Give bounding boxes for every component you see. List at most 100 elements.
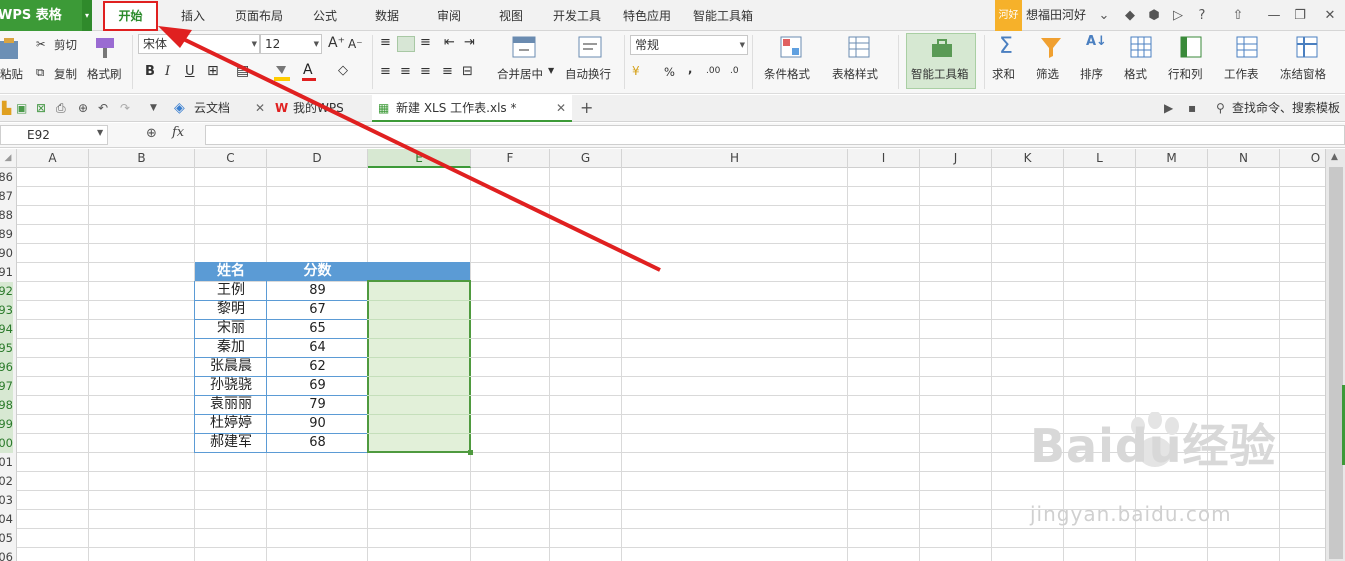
merge-center-icon[interactable]: [512, 36, 536, 60]
justify-icon[interactable]: ≡: [442, 64, 453, 79]
zoom-icon[interactable]: ⊕: [146, 126, 157, 141]
table-cell-name[interactable]: 郝建军: [195, 433, 267, 452]
vertical-scrollbar[interactable]: ▲: [1325, 149, 1345, 561]
clear-format-icon[interactable]: ◇: [338, 63, 348, 78]
tab-active-document[interactable]: ▦ 新建 XLS 工作表.xls * ✕: [372, 95, 572, 122]
format-painter-button[interactable]: 格式刷: [87, 66, 122, 82]
worksheet-icon[interactable]: [1236, 36, 1258, 60]
tab-special[interactable]: 特色应用: [616, 0, 678, 31]
conditional-format-button[interactable]: 条件格式: [764, 66, 810, 82]
sort-icon[interactable]: A↓: [1086, 34, 1107, 49]
distribute-icon[interactable]: ⊟: [462, 64, 473, 79]
new-tab-icon[interactable]: +: [580, 95, 593, 121]
row-header[interactable]: 106: [0, 548, 13, 561]
new-file-icon[interactable]: ▙: [2, 95, 11, 121]
table-cell-name[interactable]: 王例: [195, 281, 267, 300]
row-header[interactable]: 104: [0, 510, 13, 529]
folder-icon[interactable]: ▪: [1188, 95, 1196, 121]
selected-range[interactable]: [367, 280, 471, 453]
row-header-selected[interactable]: 96: [0, 358, 13, 377]
col-header-m[interactable]: M: [1136, 149, 1208, 168]
row-col-button[interactable]: 行和列: [1168, 66, 1203, 82]
close-tab-icon[interactable]: ✕: [556, 95, 566, 121]
col-header-e[interactable]: E: [368, 149, 471, 168]
table-cell-name[interactable]: 宋丽: [195, 319, 267, 338]
sum-icon[interactable]: Σ: [999, 34, 1013, 59]
number-format-select[interactable]: 常规 ▼: [630, 35, 748, 55]
restore-ribbon-icon[interactable]: ⇧: [1226, 0, 1250, 31]
cut-button[interactable]: 剪切: [54, 37, 77, 53]
skin-icon[interactable]: ◆: [1118, 0, 1142, 31]
tab-insert[interactable]: 插入: [172, 0, 214, 31]
paste-icon[interactable]: [0, 37, 22, 61]
row-header-selected[interactable]: 100: [0, 434, 13, 453]
merge-dropdown-icon[interactable]: ▼: [548, 66, 554, 75]
freeze-panes-button[interactable]: 冻结窗格: [1280, 66, 1326, 82]
col-header-a[interactable]: A: [17, 149, 89, 168]
user-dropdown-icon[interactable]: ⌄: [1092, 0, 1116, 31]
font-size-select[interactable]: 12 ▼: [260, 34, 322, 54]
table-header-name[interactable]: 姓名: [195, 262, 267, 281]
row-header-selected[interactable]: 92: [0, 282, 13, 301]
print-icon[interactable]: ⎙: [56, 95, 66, 121]
align-left-icon[interactable]: ≡: [380, 64, 391, 79]
tab-data[interactable]: 数据: [366, 0, 408, 31]
merge-border-icon[interactable]: ▤: [236, 63, 249, 79]
share-icon[interactable]: ▷: [1166, 0, 1190, 31]
row-header[interactable]: 86: [0, 168, 13, 187]
close-tab-cloud-icon[interactable]: ✕: [255, 95, 265, 121]
font-color-icon[interactable]: A: [303, 62, 313, 78]
currency-icon[interactable]: ¥: [632, 64, 640, 78]
redo-icon[interactable]: ↷: [120, 95, 130, 121]
tab-my-wps[interactable]: 我的WPS: [293, 95, 344, 121]
border-icon[interactable]: ⊞: [207, 63, 219, 79]
format-icon[interactable]: [1130, 36, 1152, 60]
row-header-selected[interactable]: 98: [0, 396, 13, 415]
row-header[interactable]: 102: [0, 472, 13, 491]
align-right-icon[interactable]: ≡: [420, 64, 431, 79]
col-header-n[interactable]: N: [1208, 149, 1280, 168]
paste-button[interactable]: 粘贴: [0, 66, 23, 82]
table-cell-score[interactable]: 68: [267, 433, 368, 452]
wrap-text-icon[interactable]: [578, 36, 602, 60]
col-header-h[interactable]: H: [622, 149, 848, 168]
open-file-icon[interactable]: ▣: [16, 95, 27, 121]
table-cell-score[interactable]: 65: [267, 319, 368, 338]
smart-toolbox-button[interactable]: 智能工具箱: [906, 33, 976, 89]
bold-button[interactable]: B: [145, 64, 155, 79]
col-header-k[interactable]: K: [992, 149, 1064, 168]
merge-center-button[interactable]: 合并居中: [497, 66, 543, 82]
tab-page-layout[interactable]: 页面布局: [228, 0, 290, 31]
quick-access-dropdown-icon[interactable]: ▼: [150, 95, 157, 121]
table-cell-score[interactable]: 90: [267, 414, 368, 433]
close-icon[interactable]: ✕: [1318, 0, 1342, 31]
play-icon[interactable]: ▶: [1164, 95, 1173, 121]
formula-input[interactable]: [205, 125, 1345, 145]
freeze-panes-icon[interactable]: [1296, 36, 1320, 60]
row-header[interactable]: 91: [0, 263, 13, 282]
table-style-icon[interactable]: [848, 36, 872, 60]
row-col-icon[interactable]: [1180, 36, 1204, 60]
name-box-dropdown-icon[interactable]: ▼: [97, 128, 103, 137]
font-name-select[interactable]: 宋体 ▼: [138, 34, 260, 54]
user-avatar[interactable]: 河好: [995, 0, 1022, 31]
row-header[interactable]: 87: [0, 187, 13, 206]
worksheet-button[interactable]: 工作表: [1224, 66, 1259, 82]
tab-home[interactable]: 开始: [103, 1, 158, 31]
maximize-icon[interactable]: ❐: [1288, 0, 1312, 31]
table-cell-name[interactable]: 张晨晨: [195, 357, 267, 376]
comma-button[interactable]: ,: [688, 62, 692, 76]
col-header-l[interactable]: L: [1064, 149, 1136, 168]
col-header-i[interactable]: I: [848, 149, 920, 168]
percent-button[interactable]: %: [664, 65, 675, 79]
app-menu-dropdown-icon[interactable]: ▾: [82, 0, 92, 31]
decrease-decimal-button[interactable]: .0: [730, 66, 739, 76]
tab-developer[interactable]: 开发工具: [546, 0, 608, 31]
table-header-score[interactable]: 分数: [267, 262, 368, 281]
select-all-corner[interactable]: ◢: [0, 149, 17, 168]
col-header-j[interactable]: J: [920, 149, 992, 168]
table-cell-name[interactable]: 袁丽丽: [195, 395, 267, 414]
indent-decrease-icon[interactable]: ⇤: [444, 35, 455, 50]
sum-button[interactable]: 求和: [992, 66, 1015, 82]
row-header-selected[interactable]: 95: [0, 339, 13, 358]
